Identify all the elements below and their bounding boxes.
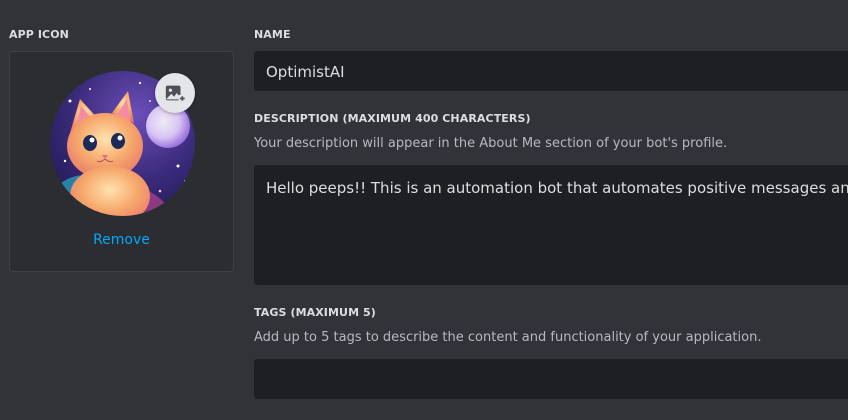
description-help-text: Your description will appear in the Abou…: [254, 136, 728, 151]
image-upload-icon: [165, 85, 186, 103]
app-icon-label: APP ICON: [9, 28, 69, 41]
tags-help-text: Add up to 5 tags to describe the content…: [254, 330, 762, 345]
description-label: DESCRIPTION (MAXIMUM 400 CHARACTERS): [254, 112, 531, 125]
remove-icon-link[interactable]: Remove: [10, 232, 233, 248]
app-icon-panel: Remove: [9, 51, 234, 272]
upload-image-button[interactable]: [155, 73, 195, 113]
name-input[interactable]: OptimistAI: [254, 51, 848, 91]
name-label: NAME: [254, 28, 291, 41]
tags-input[interactable]: [254, 359, 848, 399]
tags-label: TAGS (MAXIMUM 5): [254, 306, 376, 319]
description-textarea[interactable]: Hello peeps!! This is an automation bot …: [254, 165, 848, 285]
